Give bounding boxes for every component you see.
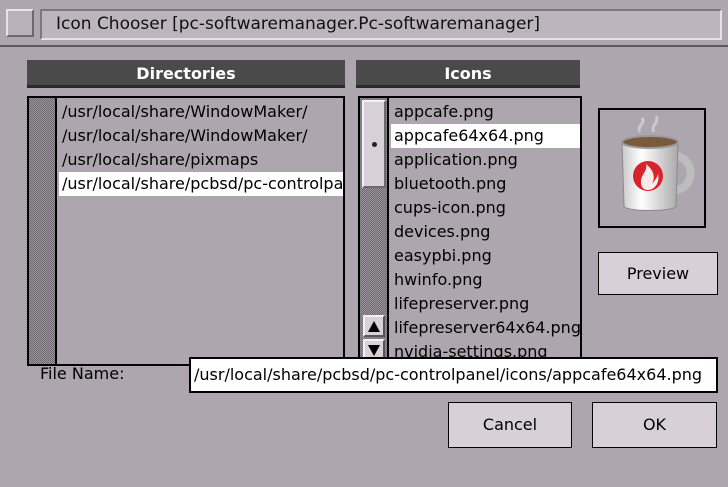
icon-file-item[interactable]: cups-icon.png — [391, 196, 580, 220]
directory-item[interactable]: /usr/local/share/WindowMaker/ — [59, 100, 343, 124]
icons-scrollbar[interactable] — [360, 98, 389, 364]
icon-file-item[interactable]: application.png — [391, 148, 580, 172]
directories-list[interactable]: /usr/local/share/WindowMaker/ /usr/local… — [27, 96, 345, 366]
directory-item-selected[interactable]: /usr/local/share/pcbsd/pc-controlpanel/i… — [59, 172, 343, 196]
directories-rows: /usr/local/share/WindowMaker/ /usr/local… — [59, 100, 343, 196]
file-name-label: File Name: — [40, 364, 125, 383]
mug-icon — [621, 115, 695, 211]
directory-item[interactable]: /usr/local/share/pixmaps — [59, 148, 343, 172]
icon-file-item[interactable]: lifepreserver64x64.png — [391, 316, 580, 340]
icon-file-item-selected[interactable]: appcafe64x64.png — [391, 124, 580, 148]
scrollbar-thumb[interactable] — [362, 100, 386, 188]
directories-header: Directories — [27, 60, 345, 88]
directory-item[interactable]: /usr/local/share/WindowMaker/ — [59, 124, 343, 148]
window-title: Icon Chooser [pc-softwaremanager.Pc-soft… — [40, 9, 722, 40]
icon-file-item[interactable]: appcafe.png — [391, 100, 580, 124]
window-menu-button[interactable] — [6, 9, 34, 37]
icon-file-item[interactable]: easypbi.png — [391, 244, 580, 268]
icon-file-item[interactable]: devices.png — [391, 220, 580, 244]
cancel-button[interactable]: Cancel — [448, 402, 572, 448]
icons-header: Icons — [356, 60, 580, 88]
icon-file-item[interactable]: hwinfo.png — [391, 268, 580, 292]
title-divider — [0, 45, 728, 47]
ok-button[interactable]: OK — [592, 402, 717, 448]
preview-button[interactable]: Preview — [598, 252, 718, 295]
icon-preview — [598, 108, 706, 228]
scroll-up-arrow-icon[interactable] — [363, 315, 385, 337]
file-name-input[interactable]: /usr/local/share/pcbsd/pc-controlpanel/i… — [189, 357, 718, 393]
icons-rows: appcafe.png appcafe64x64.png application… — [391, 100, 580, 364]
icon-file-item[interactable]: lifepreserver.png — [391, 292, 580, 316]
icons-list[interactable]: appcafe.png appcafe64x64.png application… — [358, 96, 582, 366]
icon-file-item[interactable]: bluetooth.png — [391, 172, 580, 196]
directories-scrollbar[interactable] — [29, 98, 57, 364]
